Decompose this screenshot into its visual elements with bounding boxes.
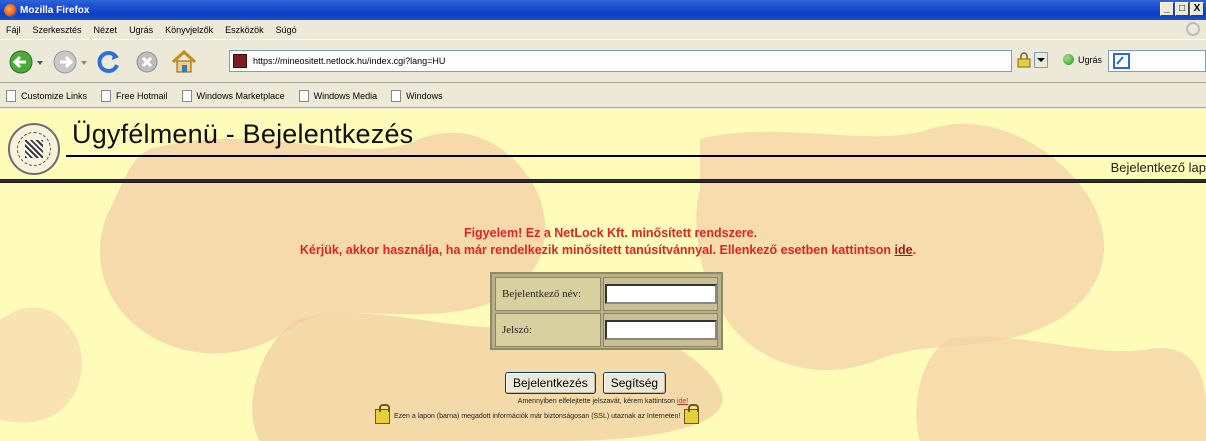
address-bar-controls — [1016, 52, 1048, 68]
page-icon — [181, 89, 192, 102]
username-cell — [603, 277, 718, 311]
close-button[interactable]: X — [1190, 2, 1204, 16]
ssl-notice-text: Ezen a lapon (barna) megadott információ… — [394, 413, 681, 420]
login-form: Bejelentkező név: Jelszó: — [490, 272, 723, 350]
username-input[interactable] — [604, 284, 717, 304]
lock-icon — [684, 404, 700, 424]
seal-inner-ring — [17, 132, 51, 166]
password-row: Jelszó: — [495, 313, 718, 347]
window-titlebar: Mozilla Firefox _ □ X — [0, 0, 1206, 20]
menu-help[interactable]: Súgó — [276, 25, 297, 35]
warning-suffix: . — [912, 243, 917, 257]
subnav-label: Bejelentkező lap — [1110, 160, 1206, 175]
search-input[interactable] — [1108, 50, 1206, 72]
warning-line-2: Kérjük, akkor használja, ha már rendelke… — [0, 243, 1206, 257]
bookmark-label: Customize Links — [21, 90, 88, 101]
menu-go[interactable]: Ugrás — [129, 25, 153, 35]
password-label: Jelszó: — [495, 313, 601, 347]
site-favicon-icon — [233, 54, 247, 68]
page-content: Ügyfélmenü - Bejelentkezés Bejelentkező … — [0, 109, 1206, 441]
ssl-notice: Ezen a lapon (barna) megadott információ… — [375, 404, 700, 424]
page-icon — [391, 89, 402, 102]
username-label: Bejelentkező név: — [495, 277, 601, 311]
reload-icon[interactable] — [96, 49, 122, 75]
bookmark-windows-media[interactable]: Windows Media — [298, 89, 378, 102]
warning-text: Kérjük, akkor használja, ha már rendelke… — [299, 243, 895, 257]
maximize-button[interactable]: □ — [1175, 2, 1189, 16]
go-icon — [1063, 54, 1074, 65]
password-cell — [603, 313, 718, 347]
page-icon — [298, 89, 309, 102]
go-button[interactable]: Ugrás — [1063, 54, 1102, 65]
bookmark-free-hotmail[interactable]: Free Hotmail — [101, 89, 168, 102]
page-header: Ügyfélmenü - Bejelentkezés Bejelentkező … — [0, 109, 1206, 179]
menu-bar: Fájl Szerkesztés Nézet Ugrás Könyvjelzők… — [0, 20, 1206, 39]
bookmark-label: Windows Marketplace — [196, 90, 285, 101]
menu-view[interactable]: Nézet — [94, 25, 118, 35]
forward-icon[interactable] — [52, 49, 90, 75]
throbber-icon — [1186, 22, 1200, 36]
go-label: Ugrás — [1078, 54, 1103, 65]
form-buttons: Bejelentkezés Segítség — [505, 372, 667, 394]
warning-line-1: Figyelem! Ez a NetLock Kft. minősített r… — [463, 226, 758, 240]
help-button[interactable]: Segítség — [602, 372, 667, 394]
bookmark-windows-marketplace[interactable]: Windows Marketplace — [181, 89, 285, 102]
forgot-password-text: Amennyiben elfelejtette jelszavát, kérem… — [517, 398, 677, 405]
certificate-info-link[interactable]: ide — [895, 243, 913, 257]
page-title: Ügyfélmenü - Bejelentkezés — [72, 119, 414, 149]
seal-emblem-icon — [25, 140, 43, 158]
password-input[interactable] — [604, 320, 717, 340]
username-row: Bejelentkező név: — [495, 277, 718, 311]
back-icon[interactable] — [8, 49, 46, 75]
menu-tools[interactable]: Eszközök — [225, 25, 264, 35]
home-icon[interactable] — [170, 49, 198, 75]
address-bar[interactable]: https://mineositett.netlock.hu/index.cgi… — [229, 50, 1012, 72]
bookmark-label: Free Hotmail — [116, 90, 168, 101]
bookmark-label: Windows — [406, 90, 443, 101]
window-title: Mozilla Firefox — [20, 4, 90, 16]
page-icon — [101, 89, 112, 102]
address-url: https://mineositett.netlock.hu/index.cgi… — [253, 56, 446, 66]
bookmarks-toolbar: Customize Links Free Hotmail Windows Mar… — [0, 84, 1206, 108]
stop-icon[interactable] — [134, 49, 160, 75]
bookmark-label: Windows Media — [313, 90, 378, 101]
firefox-icon — [4, 3, 17, 17]
bookmark-windows[interactable]: Windows — [391, 89, 443, 102]
security-lock-icon[interactable] — [1016, 52, 1032, 68]
menu-bookmarks[interactable]: Könyvjelzők — [165, 25, 213, 35]
window-controls: _ □ X — [1160, 2, 1204, 16]
bookmark-customize-links[interactable]: Customize Links — [6, 89, 88, 102]
menu-edit[interactable]: Szerkesztés — [33, 25, 82, 35]
lock-icon — [375, 404, 390, 424]
minimize-button[interactable]: _ — [1160, 2, 1174, 16]
forgot-password-link[interactable]: ide! — [677, 398, 688, 405]
header-divider — [0, 179, 1206, 183]
history-dropdown-icon[interactable] — [1034, 52, 1048, 68]
menu-file[interactable]: Fájl — [6, 25, 21, 35]
forgot-password-notice: Amennyiben elfelejtette jelszavát, kérem… — [0, 398, 1206, 405]
search-engine-icon — [1113, 53, 1130, 69]
login-button[interactable]: Bejelentkezés — [505, 372, 596, 394]
page-icon — [6, 89, 16, 102]
netlock-seal-logo — [8, 123, 60, 175]
navigation-toolbar: https://mineositett.netlock.hu/index.cgi… — [0, 39, 1206, 83]
title-divider — [66, 155, 1206, 157]
